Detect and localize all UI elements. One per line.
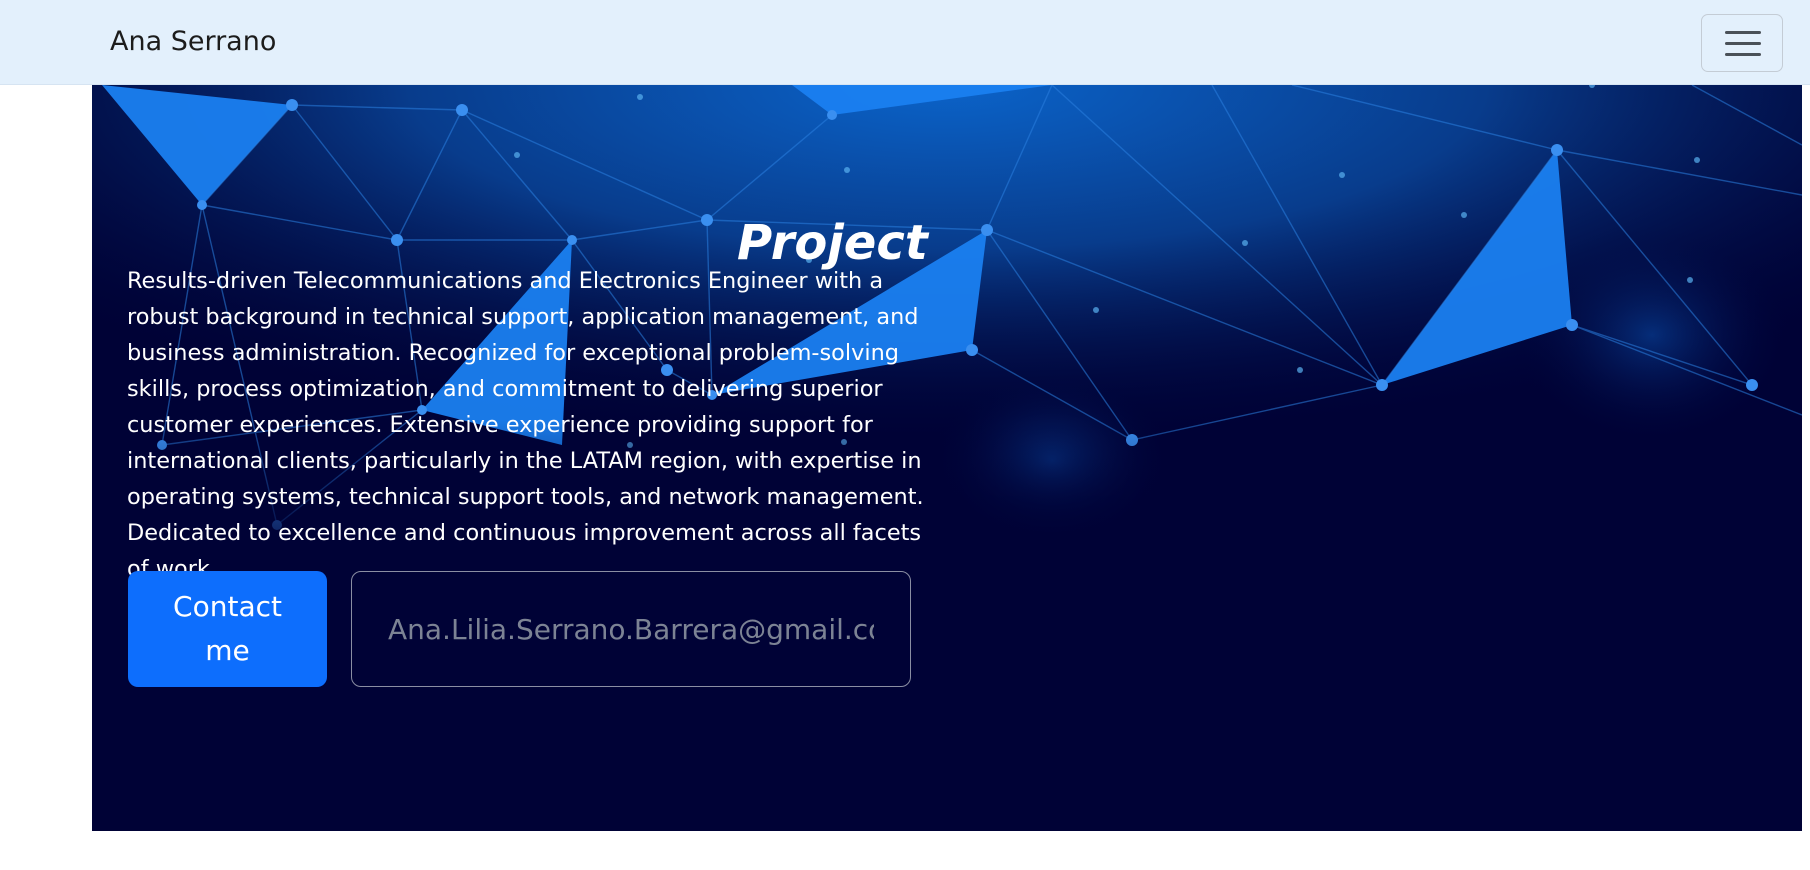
profile-description: Results-driven Telecommunications and El… — [127, 268, 924, 582]
menu-bar-top — [1725, 31, 1761, 34]
email-input[interactable] — [351, 571, 911, 687]
contact-me-button[interactable]: Contact me — [128, 571, 327, 687]
hamburger-menu-icon[interactable] — [1701, 14, 1783, 72]
menu-bar-middle — [1725, 42, 1761, 45]
top-navbar: Ana Serrano — [0, 0, 1810, 85]
menu-bar-bottom — [1725, 53, 1761, 56]
hero-section: Project Results-driven Telecommunication… — [92, 85, 1802, 831]
navbar-brand[interactable]: Ana Serrano — [110, 26, 276, 57]
